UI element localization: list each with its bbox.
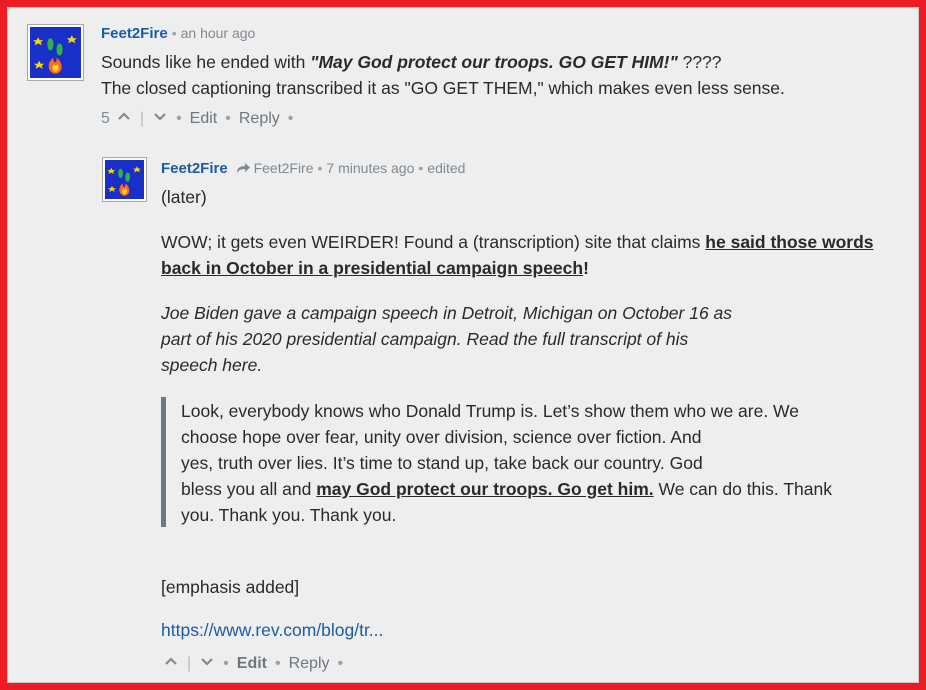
reply-to-author[interactable]: Feet2Fire — [254, 160, 314, 176]
later-text: (later) — [161, 187, 207, 207]
url-link[interactable]: https://www.rev.com/blog/tr... — [161, 620, 383, 641]
comment-actions: 5 | • Edit • Reply • — [101, 108, 293, 129]
text: ???? — [677, 52, 722, 72]
text: Sounds like he ended with — [101, 52, 311, 72]
text-line: choose hope over fear, unity over divisi… — [181, 427, 702, 447]
avatar[interactable] — [102, 157, 147, 202]
author-name[interactable]: Feet2Fire — [161, 160, 228, 177]
comment-meta: Feet2Fire Feet2Fire • 7 minutes ago • edited — [161, 160, 466, 177]
paragraph-2: Joe Biden gave a campaign speech in Detr… — [161, 300, 732, 378]
quote-text: Look, everybody knows who Donald Trump i… — [181, 398, 901, 528]
edit-button[interactable]: Edit — [237, 655, 267, 673]
emphasized-text: may God protect our troops. Go get him. — [316, 479, 654, 499]
text-line: speech here. — [161, 355, 263, 375]
emphasis-note: [emphasis added] — [161, 577, 300, 597]
upvote-button[interactable] — [163, 653, 179, 674]
comment-thread: Feet2Fire • an hour ago Sounds like he end… — [7, 7, 919, 683]
chevron-down-icon — [154, 113, 166, 121]
text-line: part of his 2020 presidential campaign. … — [161, 329, 689, 349]
comment-meta: Feet2Fire • an hour ago — [101, 25, 256, 42]
downvote-button[interactable] — [152, 108, 168, 129]
text-line: bless you all and may God protect our tr… — [181, 476, 901, 502]
comment-line: The closed captioning transcribed it as … — [101, 78, 785, 98]
comment-body: Sounds like he ended with "May God prote… — [101, 49, 901, 101]
text: WOW; it gets even WEIRDER! Found a (tran… — [161, 232, 706, 252]
avatar[interactable] — [27, 24, 84, 81]
chevron-up-icon — [165, 657, 177, 665]
chevron-up-icon — [118, 112, 130, 120]
edited-label: edited — [427, 160, 466, 176]
comment-actions: | • Edit • Reply • — [163, 653, 343, 674]
upvote-button[interactable] — [116, 108, 132, 129]
reply-button[interactable]: Reply — [289, 655, 330, 673]
reply-arrow-icon — [236, 163, 250, 173]
reply-button[interactable]: Reply — [239, 110, 280, 128]
author-name[interactable]: Feet2Fire — [101, 25, 168, 42]
downvote-button[interactable] — [199, 653, 215, 674]
vote-count: 5 — [101, 109, 110, 127]
text: We can do this. Thank — [653, 479, 832, 499]
text-line: yes, truth over lies. It’s time to stand… — [181, 453, 703, 473]
edit-button[interactable]: Edit — [190, 110, 218, 128]
paragraph-1: WOW; it gets even WEIRDER! Found a (tran… — [161, 229, 881, 281]
text-line: Joe Biden gave a campaign speech in Detr… — [161, 303, 733, 323]
text-line: you. Thank you. Thank you. — [181, 505, 397, 525]
chevron-down-icon — [201, 658, 213, 666]
text-line: Look, everybody knows who Donald Trump i… — [181, 401, 799, 421]
quoted-text: "May God protect our troops. GO GET HIM!… — [310, 52, 678, 72]
timestamp[interactable]: 7 minutes ago — [326, 160, 414, 176]
feet-fire-avatar-icon — [105, 160, 144, 199]
text: bless you all and — [181, 479, 317, 499]
text: ! — [583, 258, 589, 278]
timestamp[interactable]: an hour ago — [181, 25, 256, 41]
comment-line: Sounds like he ended with "May God prote… — [101, 49, 901, 75]
feet-fire-avatar-icon — [30, 27, 81, 78]
